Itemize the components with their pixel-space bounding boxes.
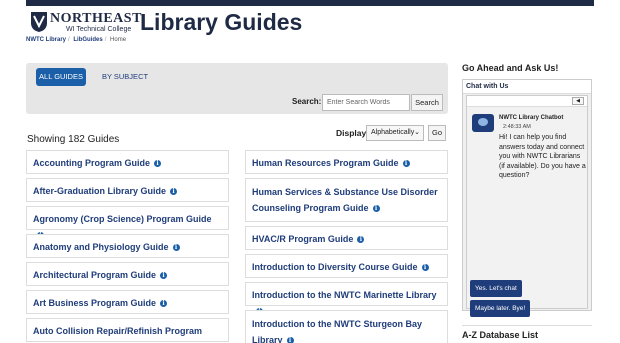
guide-item[interactable]: Accounting Program Guide i bbox=[26, 150, 229, 174]
shield-logo-icon bbox=[31, 12, 47, 32]
chat-header: Chat with Us bbox=[463, 80, 591, 94]
guide-item[interactable]: Art Business Program Guide i bbox=[26, 290, 229, 314]
chatbot-message: Hi! I can help you find answers today an… bbox=[499, 134, 586, 179]
guide-item[interactable]: Introduction to the NWTC Sturgeon Bay Li… bbox=[245, 310, 448, 343]
tab-all-guides[interactable]: ALL GUIDES bbox=[36, 68, 86, 86]
chat-widget: Chat with Us ◀ NWTC Library Chatbot 2:48… bbox=[462, 79, 592, 317]
info-icon[interactable]: i bbox=[154, 160, 162, 167]
breadcrumb: NWTC Library / LibGuides / Home bbox=[26, 37, 126, 43]
guide-count: Showing 182 Guides bbox=[27, 134, 120, 145]
guide-item[interactable]: Introduction to Diversity Course Guide i bbox=[245, 254, 448, 278]
guide-item[interactable]: Architectural Program Guide i bbox=[26, 262, 229, 286]
logo-name: NORTHEAST bbox=[50, 11, 142, 26]
breadcrumb-libguides[interactable]: LibGuides bbox=[73, 37, 102, 43]
guide-title[interactable]: Auto Collision Repair/Refinish Program G… bbox=[33, 326, 202, 343]
breadcrumb-nwtc-library[interactable]: NWTC Library bbox=[26, 37, 66, 43]
chat-yes-button[interactable]: Yes. Let's chat bbox=[470, 280, 522, 297]
guide-title[interactable]: After-Graduation Library Guide bbox=[33, 186, 166, 196]
guide-item[interactable]: Auto Collision Repair/Refinish Program G… bbox=[26, 318, 229, 343]
guide-item[interactable]: Anatomy and Physiology Guide i bbox=[26, 234, 229, 258]
az-database-heading: A-Z Database List bbox=[462, 330, 539, 340]
guide-tabs: ALL GUIDES BY SUBJECT bbox=[26, 63, 448, 90]
info-icon[interactable]: i bbox=[372, 205, 380, 212]
page-title: Library Guides bbox=[140, 9, 303, 35]
guide-item[interactable]: Human Services & Substance Use Disorder … bbox=[245, 178, 448, 222]
display-select[interactable]: Alphabetically ⌄ bbox=[366, 125, 424, 141]
chatbot-name: NWTC Library Chatbot bbox=[499, 115, 564, 121]
guide-title[interactable]: Introduction to the NWTC Marinette Libra… bbox=[252, 290, 437, 300]
guide-item[interactable]: Agronomy (Crop Science) Program Guidei bbox=[26, 206, 229, 239]
display-label: Display bbox=[336, 128, 367, 138]
guide-title[interactable]: Introduction to Diversity Course Guide bbox=[252, 262, 418, 272]
display-selected-value: Alphabetically bbox=[371, 129, 415, 136]
chat-titlebar: ◀ bbox=[467, 96, 587, 107]
top-bar bbox=[26, 0, 594, 6]
search-bar: Search: Search bbox=[26, 90, 448, 114]
breadcrumb-separator: / bbox=[104, 37, 107, 43]
chatbot-avatar bbox=[472, 114, 494, 132]
minimize-chat-icon[interactable]: ◀ bbox=[572, 97, 584, 105]
guide-title[interactable]: HVAC/R Program Guide bbox=[252, 234, 353, 244]
search-label: Search: bbox=[292, 97, 322, 106]
info-icon[interactable]: i bbox=[160, 272, 168, 279]
info-icon[interactable]: i bbox=[286, 337, 294, 343]
guide-item[interactable]: Introduction to the NWTC Marinette Libra… bbox=[245, 282, 448, 315]
college-logo[interactable]: NORTHEAST WI Technical College bbox=[30, 11, 141, 33]
guide-item[interactable]: After-Graduation Library Guide i bbox=[26, 178, 229, 202]
guide-title[interactable]: Human Resources Program Guide bbox=[252, 158, 399, 168]
guide-item[interactable]: Human Resources Program Guide i bbox=[245, 150, 448, 174]
guide-title[interactable]: Architectural Program Guide bbox=[33, 270, 156, 280]
info-icon[interactable]: i bbox=[402, 160, 410, 167]
chat-pane: ◀ NWTC Library Chatbot 2:48:33 AM Hi! I … bbox=[466, 95, 588, 317]
guide-title[interactable]: Agronomy (Crop Science) Program Guide bbox=[33, 214, 212, 224]
guide-item[interactable]: HVAC/R Program Guide i bbox=[245, 226, 448, 250]
breadcrumb-home: Home bbox=[110, 37, 127, 43]
guide-title[interactable]: Anatomy and Physiology Guide bbox=[33, 242, 169, 252]
info-icon[interactable]: i bbox=[160, 300, 168, 307]
chat-no-button[interactable]: Maybe later. Bye! bbox=[470, 300, 531, 317]
guide-title[interactable]: Introduction to the NWTC Sturgeon Bay Li… bbox=[252, 319, 422, 343]
tab-by-subject[interactable]: BY SUBJECT bbox=[94, 68, 156, 86]
guide-title[interactable]: Human Services & Substance Use Disorder … bbox=[252, 187, 438, 213]
chat-timestamp: 2:48:33 AM bbox=[503, 124, 531, 130]
chevron-down-icon: ⌄ bbox=[414, 129, 420, 136]
guide-list-left: Accounting Program Guide i After-Graduati… bbox=[26, 150, 229, 343]
divider bbox=[462, 325, 592, 326]
ask-us-heading: Go Ahead and Ask Us! bbox=[462, 63, 559, 73]
logo-subtitle: WI Technical College bbox=[66, 26, 132, 33]
go-button[interactable]: Go bbox=[428, 125, 446, 141]
breadcrumb-separator: / bbox=[68, 37, 70, 43]
info-icon[interactable]: i bbox=[357, 236, 365, 243]
guide-title[interactable]: Art Business Program Guide bbox=[33, 298, 156, 308]
guide-list-right: Human Resources Program Guide i Human Ser… bbox=[245, 150, 448, 343]
guide-title[interactable]: Accounting Program Guide bbox=[33, 158, 150, 168]
search-input[interactable] bbox=[322, 94, 410, 111]
info-icon[interactable]: i bbox=[172, 244, 180, 251]
search-button[interactable]: Search bbox=[411, 94, 443, 111]
info-icon[interactable]: i bbox=[421, 264, 429, 271]
info-icon[interactable]: i bbox=[170, 188, 178, 195]
